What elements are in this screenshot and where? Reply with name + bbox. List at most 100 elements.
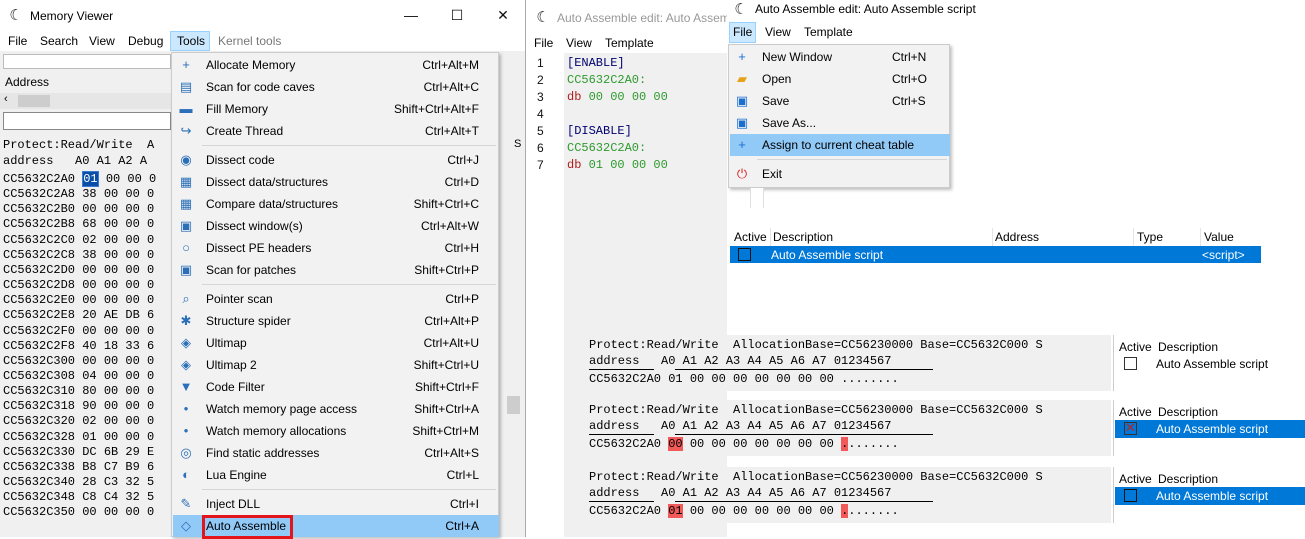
row-byte-a0[interactable]: 02 bbox=[82, 414, 96, 428]
tools-item-scan-for-code-caves[interactable]: ▤ Scan for code caves Ctrl+Alt+C bbox=[173, 76, 499, 98]
table-row[interactable]: CC5632C2B0 00 00 00 0 bbox=[3, 202, 154, 217]
row-byte-a0[interactable]: 00 bbox=[82, 263, 96, 277]
active-checkbox[interactable]: ✕ bbox=[1124, 420, 1137, 435]
row-byte-a0[interactable]: 20 bbox=[82, 308, 96, 322]
row-byte-a0[interactable]: 80 bbox=[82, 384, 96, 398]
tools-item-auto-assemble[interactable]: ◇ Auto Assemble Ctrl+A bbox=[173, 515, 499, 539]
row-byte-a0[interactable]: 38 bbox=[82, 187, 96, 201]
menu-file[interactable]: File bbox=[8, 34, 27, 48]
code-line[interactable]: db 01 00 00 00 bbox=[567, 157, 668, 174]
row-byte-a0[interactable]: 02 bbox=[82, 233, 96, 247]
row-byte-a0[interactable]: 01 bbox=[82, 171, 99, 187]
table-row[interactable]: CC5632C328 01 00 00 0 bbox=[3, 430, 154, 445]
file-item-save[interactable]: ▣ Save Ctrl+S bbox=[730, 90, 950, 112]
table-row[interactable]: CC5632C2D8 00 00 00 0 bbox=[3, 278, 154, 293]
vertical-scrollbar[interactable] bbox=[505, 134, 522, 537]
row-byte-a0[interactable]: 01 bbox=[668, 504, 683, 518]
horizontal-scrollbar[interactable]: ‹ bbox=[0, 93, 172, 109]
code-line[interactable]: CC5632C2A0: bbox=[567, 72, 646, 89]
table-row[interactable]: CC5632C2E8 20 AE DB 6 bbox=[3, 308, 154, 323]
tools-item-watch-memory-allocations[interactable]: • Watch memory allocations Shift+Ctrl+M bbox=[173, 420, 499, 442]
code-line[interactable]: db 00 00 00 00 bbox=[567, 89, 668, 106]
file-item-open[interactable]: ▰ Open Ctrl+O bbox=[730, 68, 950, 90]
close-icon[interactable]: ✕ bbox=[480, 0, 525, 31]
tools-item-scan-for-patches[interactable]: ▣ Scan for patches Shift+Ctrl+P bbox=[173, 259, 499, 281]
active-checkbox[interactable] bbox=[1124, 489, 1137, 502]
tools-item-compare-data-structures[interactable]: ▦ Compare data/structures Shift+Ctrl+C bbox=[173, 193, 499, 215]
row-byte-a0[interactable]: 40 bbox=[82, 339, 96, 353]
table-row[interactable]: CC5632C2C8 38 00 00 0 bbox=[3, 248, 154, 263]
table-row[interactable]: CC5632C348 C8 C4 32 5 bbox=[3, 490, 154, 505]
col-description[interactable]: Description bbox=[1158, 472, 1218, 486]
command-input[interactable] bbox=[3, 112, 171, 130]
row-byte-a0[interactable]: B8 bbox=[82, 460, 96, 474]
row-byte-a0[interactable]: DC bbox=[82, 445, 96, 459]
tools-item-lua-engine[interactable]: ◐ Lua Engine Ctrl+L bbox=[173, 464, 499, 486]
hex-view-result[interactable]: Protect:Read/Write AllocationBase=CC5623… bbox=[588, 400, 1111, 456]
hex-view-result[interactable]: Protect:Read/Write AllocationBase=CC5623… bbox=[588, 467, 1111, 523]
tools-item-ultimap[interactable]: ◈ Ultimap Ctrl+Alt+U bbox=[173, 332, 499, 354]
menu-search[interactable]: Search bbox=[40, 34, 78, 48]
col-description[interactable]: Description bbox=[773, 230, 833, 244]
tools-item-fill-memory[interactable]: ▬ Fill Memory Shift+Ctrl+Alt+F bbox=[173, 98, 499, 120]
col-active[interactable]: Active bbox=[734, 230, 767, 244]
menu-view[interactable]: View bbox=[566, 36, 592, 50]
table-row[interactable]: CC5632C338 B8 C7 B9 6 bbox=[3, 460, 154, 475]
col-address[interactable]: Address bbox=[995, 230, 1039, 244]
tools-item-dissect-window-s[interactable]: ▣ Dissect window(s) Ctrl+Alt+W bbox=[173, 215, 499, 237]
table-row[interactable]: CC5632C300 00 00 00 0 bbox=[3, 354, 154, 369]
script-editor[interactable]: [ENABLE] CC5632C2A0: db 00 00 00 00 [DISABL… bbox=[564, 53, 727, 537]
table-row[interactable]: CC5632C2A0 01 00 00 0 bbox=[3, 171, 156, 187]
maximize-icon[interactable]: ☐ bbox=[434, 0, 480, 31]
tools-item-create-thread[interactable]: ↪ Create Thread Ctrl+Alt+T bbox=[173, 120, 499, 142]
col-active[interactable]: Active bbox=[1119, 405, 1152, 419]
tools-item-allocate-memory[interactable]: + Allocate Memory Ctrl+Alt+M bbox=[173, 54, 499, 76]
table-row[interactable]: CC5632C340 28 C3 32 5 bbox=[3, 475, 154, 490]
table-row[interactable]: CC5632C308 04 00 00 0 bbox=[3, 369, 154, 384]
table-row[interactable]: CC5632C350 00 00 00 0 bbox=[3, 505, 154, 520]
file-item-save-as[interactable]: ▣ Save As... bbox=[730, 112, 950, 134]
table-row[interactable]: CC5632C2D0 00 00 00 0 bbox=[3, 263, 154, 278]
table-row[interactable]: CC5632C318 90 00 00 0 bbox=[3, 399, 154, 414]
table-row[interactable]: CC5632C310 80 00 00 0 bbox=[3, 384, 154, 399]
tools-item-dissect-pe-headers[interactable]: ○ Dissect PE headers Ctrl+H bbox=[173, 237, 499, 259]
menu-debug[interactable]: Debug bbox=[128, 34, 163, 48]
tools-item-dissect-code[interactable]: ◉ Dissect code Ctrl+J bbox=[173, 149, 499, 171]
code-line[interactable]: CC5632C2A0: bbox=[567, 140, 646, 157]
row-byte-a0[interactable]: 00 bbox=[82, 278, 96, 292]
code-line[interactable]: [DISABLE] bbox=[567, 123, 632, 140]
col-active[interactable]: Active bbox=[1119, 340, 1152, 354]
active-checkbox[interactable] bbox=[1124, 357, 1137, 370]
row-byte-a0[interactable]: 28 bbox=[82, 475, 96, 489]
row-byte-a0[interactable]: 00 bbox=[668, 437, 683, 451]
col-type[interactable]: Type bbox=[1137, 230, 1163, 244]
row-byte-a0[interactable]: 00 bbox=[82, 505, 96, 519]
file-item-assign-to-current-cheat-table[interactable]: + Assign to current cheat table bbox=[730, 134, 950, 156]
menu-file[interactable]: File bbox=[534, 36, 553, 50]
row-byte-a0[interactable]: C8 bbox=[82, 490, 96, 504]
row-byte-a0[interactable]: 00 bbox=[82, 354, 96, 368]
hex-view-result[interactable]: Protect:Read/Write AllocationBase=CC5623… bbox=[588, 335, 1111, 391]
menu-template[interactable]: Template bbox=[605, 36, 654, 50]
active-checkbox[interactable] bbox=[738, 248, 751, 261]
table-row[interactable]: CC5632C2B8 68 00 00 0 bbox=[3, 217, 154, 232]
row-byte-a0[interactable]: 68 bbox=[82, 217, 96, 231]
row-byte-a0[interactable]: 00 bbox=[82, 202, 96, 216]
tools-item-dissect-data-structures[interactable]: ▦ Dissect data/structures Ctrl+D bbox=[173, 171, 499, 193]
vertical-scroll-thumb[interactable] bbox=[507, 396, 520, 414]
table-row[interactable]: CC5632C2A0 01 00 00 00 00 00 00 00 .....… bbox=[589, 503, 899, 519]
col-description[interactable]: Description bbox=[1158, 340, 1218, 354]
menu-file[interactable]: File bbox=[733, 25, 752, 39]
row-byte-a0[interactable]: 01 bbox=[82, 430, 96, 444]
menu-tools[interactable]: Tools bbox=[177, 34, 205, 48]
menu-view[interactable]: View bbox=[765, 25, 791, 39]
code-line[interactable]: [ENABLE] bbox=[567, 55, 625, 72]
table-row[interactable]: Auto Assemble script bbox=[1115, 355, 1305, 373]
table-row[interactable]: CC5632C2E0 00 00 00 0 bbox=[3, 293, 154, 308]
table-row[interactable]: CC5632C2F8 40 18 33 6 bbox=[3, 339, 154, 354]
col-description[interactable]: Description bbox=[1158, 405, 1218, 419]
col-active[interactable]: Active bbox=[1119, 472, 1152, 486]
row-byte-a0[interactable]: 00 bbox=[82, 324, 96, 338]
file-item-new-window[interactable]: + New Window Ctrl+N bbox=[730, 46, 950, 68]
row-byte-a0[interactable]: 04 bbox=[82, 369, 96, 383]
